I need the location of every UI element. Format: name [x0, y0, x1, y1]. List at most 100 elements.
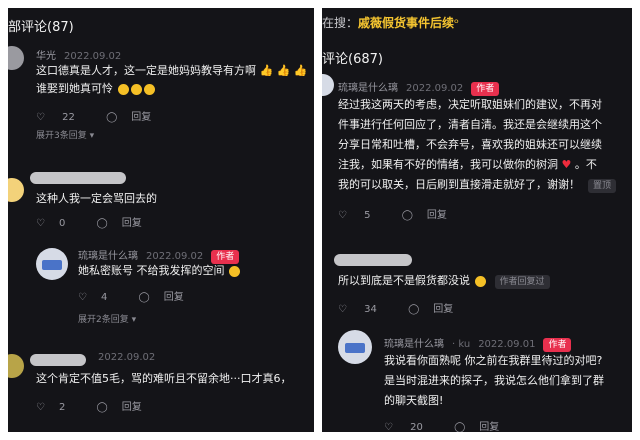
- reply-bubble-icon: ◯: [138, 292, 150, 303]
- like-count: 0: [58, 218, 66, 229]
- reply-label: 回复: [426, 210, 447, 221]
- reply-line-3: 的聊天截图!: [384, 394, 444, 407]
- time-text: 2022.09.02: [98, 352, 156, 363]
- timestamp: 2022.09.01: [478, 339, 536, 350]
- timestamp: 2022.09.02: [406, 83, 464, 94]
- username[interactable]: 琉璃是什么璃: [384, 339, 444, 350]
- timestamp: 2022.09.02: [90, 352, 155, 363]
- heart-outline-icon: ♡: [78, 292, 87, 303]
- expand-replies-button[interactable]: 展开2条回复 ▾: [78, 312, 136, 325]
- reply-actions: ♡ 20 ◯ 回复: [384, 418, 527, 432]
- comment-text: 所以到底是不是假货都没说 作者回复过: [338, 272, 550, 290]
- expand-replies-button[interactable]: 展开3条回复 ▾: [36, 128, 94, 141]
- blurred-username: [30, 172, 126, 184]
- reply-label: 回复: [131, 112, 152, 123]
- comment-line-tail: 。不: [574, 158, 597, 171]
- laughing-emoji-icon: [130, 83, 142, 95]
- comment-actions: ♡ 5 ◯ 回复: [338, 206, 475, 221]
- reply-line-1: 我说看你面熟呢 你之前在我群里待过的对吧?: [384, 354, 603, 367]
- username[interactable]: 琉璃是什么璃: [338, 83, 398, 94]
- grimace-emoji-icon: [474, 275, 486, 287]
- reply-button[interactable]: ◯ 回复: [402, 210, 461, 221]
- reply-button[interactable]: ◯ 回复: [408, 304, 467, 315]
- search-icon[interactable]: ᵒ: [454, 16, 459, 30]
- author-avatar[interactable]: [338, 330, 372, 364]
- like-button[interactable]: ♡ 0: [36, 218, 79, 229]
- comment-actions: ♡ 2 ◯ 回复: [36, 398, 170, 413]
- like-button[interactable]: ♡ 22: [36, 112, 89, 123]
- comment-line: 我的可以取关，日后刷到直接滑走就好了，谢谢！: [338, 178, 580, 191]
- comment-line-2: 件事进行任何回应了，清者自清。我还是会继续用这个: [338, 118, 602, 131]
- reply-bubble-icon: ◯: [96, 402, 108, 413]
- comment-actions: ♡ 34 ◯ 回复: [338, 300, 481, 315]
- like-button[interactable]: ♡ 5: [338, 210, 385, 221]
- left-screenshot-panel: 部评论(87) 华光 2022.09.02 这口德真是人才，这一定是她妈妈教导有方…: [8, 8, 314, 432]
- like-button[interactable]: ♡ 20: [384, 422, 437, 432]
- via: · ku: [452, 339, 471, 350]
- reply-label: 回复: [121, 402, 142, 413]
- thumbs-up-emoji-icon: 👍 👍 👍: [256, 64, 308, 77]
- reply-bubble-icon: ◯: [96, 218, 108, 229]
- reply-actions: ♡ 4 ◯ 回复: [78, 288, 212, 303]
- author-badge: 作者: [543, 338, 572, 352]
- comment-line-1: 经过我这两天的考虑，决定听取姐妹们的建议，不再对: [338, 98, 602, 111]
- comment-line-4: 注我，如果有不好的情绪，我可以做你的树洞 ♥ 。不: [338, 156, 597, 174]
- blurred-username: [30, 354, 86, 366]
- comment-text-2: 谁娶到她真可怜: [36, 80, 156, 98]
- comment-line: 这口德真是人才，这一定是她妈妈教导有方啊: [36, 64, 256, 77]
- comment-line: 所以到底是不是假货都没说: [338, 274, 470, 287]
- username[interactable]: 琉璃是什么璃: [78, 251, 138, 262]
- reply-line: 她私密账号 不给我发挥的空间: [78, 264, 225, 277]
- comments-header: 评论(687): [322, 52, 383, 67]
- like-count: 2: [58, 402, 66, 413]
- like-button[interactable]: ♡ 4: [78, 292, 121, 303]
- like-count: 34: [364, 304, 377, 315]
- search-bar[interactable]: 在搜：戚薇假货事件后续ᵒ: [322, 14, 459, 31]
- like-count: 22: [62, 112, 75, 123]
- search-term[interactable]: 戚薇假货事件后续: [358, 16, 454, 30]
- reply-line-2: 是当时混进来的探子，我说怎么他们拿到了群: [384, 374, 604, 387]
- search-prefix: 在搜：: [322, 16, 359, 30]
- comment-line: 注我，如果有不好的情绪，我可以做你的树洞: [338, 158, 558, 171]
- reply-button[interactable]: ◯ 回复: [454, 422, 513, 432]
- avatar[interactable]: [8, 178, 24, 202]
- avatar[interactable]: [8, 46, 24, 70]
- reply-label: 回复: [479, 422, 500, 432]
- timestamp: 2022.09.02: [146, 251, 204, 262]
- like-button[interactable]: ♡ 34: [338, 304, 391, 315]
- sweat-emoji-icon: [229, 265, 240, 277]
- blurred-username: [334, 254, 412, 266]
- comment-text: 这口德真是人才，这一定是她妈妈教导有方啊 👍 👍 👍: [36, 62, 308, 80]
- like-button[interactable]: ♡ 2: [36, 402, 79, 413]
- right-screenshot-panel: 在搜：戚薇假货事件后续ᵒ 评论(687) 琉璃是什么璃 2022.09.02 作者 …: [322, 8, 632, 432]
- reply-button[interactable]: ◯ 回复: [97, 218, 156, 229]
- pinned-tag: 置顶: [588, 179, 617, 193]
- reply-header: 琉璃是什么璃 2022.09.02 作者: [78, 244, 240, 264]
- comment-text: 这种人我一定会骂回去的: [36, 192, 157, 205]
- heart-outline-icon: ♡: [36, 112, 45, 123]
- comment-line-5: 我的可以取关，日后刷到直接滑走就好了，谢谢！ 置顶: [338, 176, 617, 194]
- avatar[interactable]: [8, 354, 24, 378]
- reply-label: 回复: [433, 304, 454, 315]
- reply-bubble-icon: ◯: [454, 422, 466, 432]
- comment-text: 这个肯定不值5毛，骂的难听且不留余地···口才真6，: [36, 372, 292, 385]
- author-avatar[interactable]: [36, 248, 68, 280]
- reply-bubble-icon: ◯: [408, 304, 420, 315]
- reply-button[interactable]: ◯ 回复: [106, 112, 165, 123]
- reply-button[interactable]: ◯ 回复: [97, 402, 156, 413]
- reply-text: 她私密账号 不给我发挥的空间: [78, 262, 241, 280]
- reply-button[interactable]: ◯ 回复: [139, 292, 198, 303]
- red-heart-icon: ♥: [558, 158, 575, 171]
- author-avatar[interactable]: [322, 74, 334, 96]
- heart-outline-icon: ♡: [36, 218, 45, 229]
- comment-actions: ♡ 22 ◯ 回复: [36, 108, 179, 123]
- comment-header: 琉璃是什么璃 2022.09.02 作者: [338, 76, 500, 96]
- username[interactable]: 华光: [36, 51, 56, 62]
- reply-bubble-icon: ◯: [106, 112, 118, 123]
- heart-outline-icon: ♡: [384, 422, 393, 432]
- comment-line: 谁娶到她真可怜: [36, 82, 113, 95]
- author-replied-tag: 作者回复过: [494, 275, 550, 289]
- comment-header: 华光 2022.09.02: [36, 44, 121, 63]
- reply-bubble-icon: ◯: [401, 210, 413, 221]
- timestamp: 2022.09.02: [64, 51, 122, 62]
